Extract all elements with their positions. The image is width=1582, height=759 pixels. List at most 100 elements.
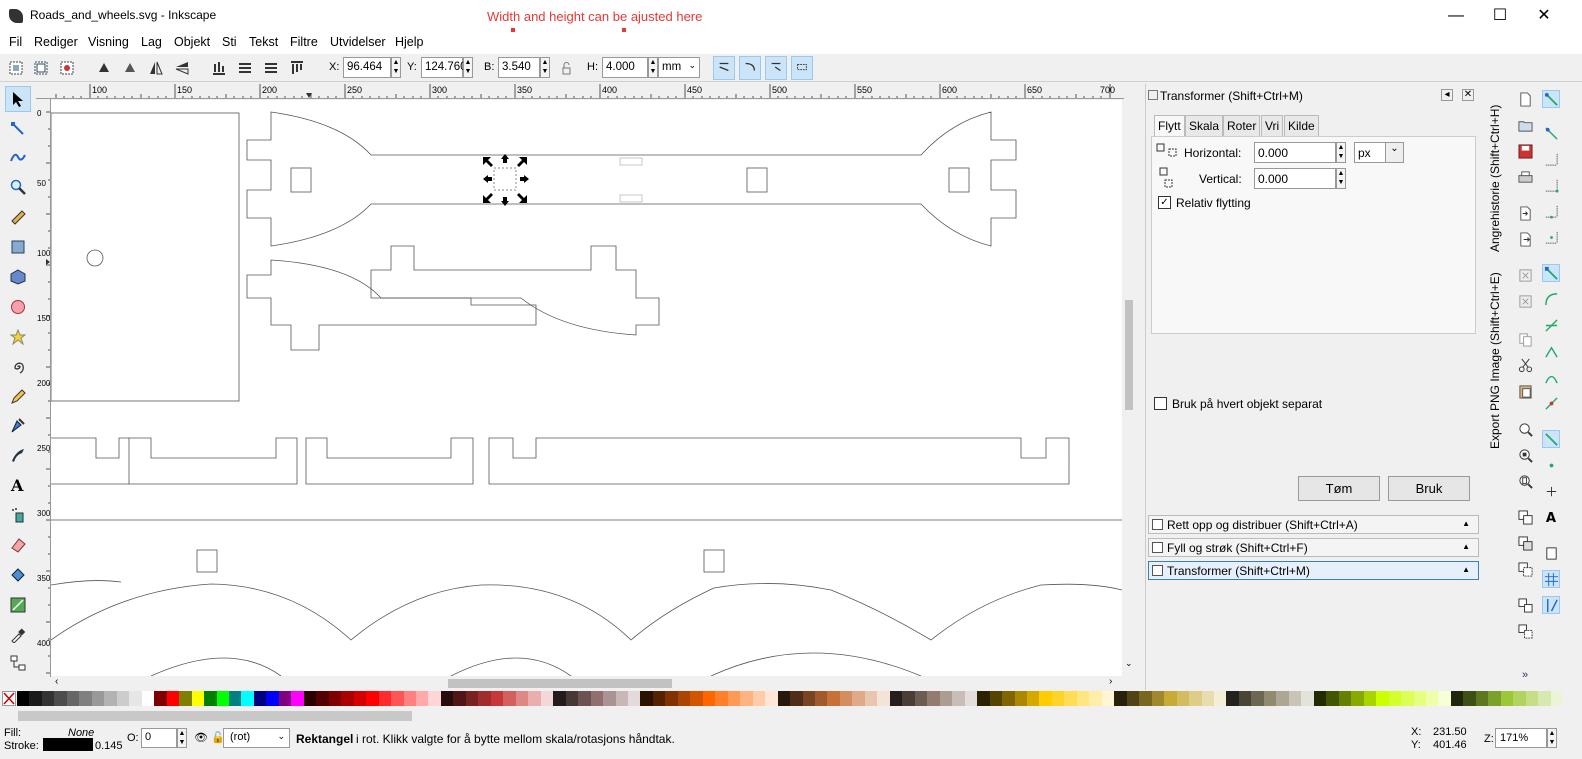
color-swatch[interactable]	[1301, 691, 1314, 706]
color-swatch[interactable]	[790, 691, 803, 706]
panel-close-icon[interactable]: ✕	[1462, 89, 1474, 101]
color-swatch[interactable]	[166, 691, 180, 706]
color-swatch[interactable]	[1475, 691, 1489, 706]
clear-button[interactable]: Tøm	[1298, 476, 1380, 501]
more-commands-icon[interactable]: »	[1516, 666, 1534, 684]
ellipse-tool-icon[interactable]	[5, 294, 31, 320]
color-swatch[interactable]	[977, 691, 990, 706]
color-palette[interactable]	[0, 690, 1582, 708]
scroll-down-icon[interactable]: ⌄	[1125, 658, 1133, 669]
color-swatch[interactable]	[41, 691, 55, 706]
snap-intersections-icon[interactable]	[1542, 316, 1560, 334]
horizontal-input[interactable]: 0.000	[1254, 142, 1336, 163]
flip-vertical-icon[interactable]	[171, 57, 193, 79]
paint-bucket-tool-icon[interactable]	[5, 562, 31, 588]
color-swatch[interactable]	[765, 691, 778, 706]
color-swatch[interactable]	[490, 691, 504, 706]
scroll-left-icon[interactable]: ‹	[55, 676, 58, 687]
unlink-clone-icon[interactable]	[1516, 560, 1534, 578]
color-swatch[interactable]	[241, 691, 254, 706]
color-swatch[interactable]	[665, 691, 678, 706]
opacity-input[interactable]: 0	[141, 728, 177, 748]
transform-gradients-toggle[interactable]	[765, 56, 787, 80]
y-spinner[interactable]: ▲ ▼	[463, 57, 473, 78]
color-swatch[interactable]	[690, 691, 703, 706]
snap-others-icon[interactable]	[1542, 430, 1560, 448]
text-tool-icon[interactable]: A	[5, 472, 31, 498]
color-swatch[interactable]	[652, 691, 666, 706]
color-swatch[interactable]	[465, 691, 479, 706]
stroke-color-indicator[interactable]	[43, 738, 93, 751]
snap-midpoints-icon[interactable]	[1542, 394, 1560, 412]
color-swatch[interactable]	[877, 691, 890, 706]
color-swatch[interactable]	[1238, 691, 1252, 706]
color-swatch[interactable]	[503, 691, 516, 706]
color-swatch[interactable]	[715, 691, 728, 706]
zoom-page-icon[interactable]	[1516, 472, 1534, 490]
vertical-input[interactable]: 0.000	[1254, 168, 1336, 189]
color-swatch[interactable]	[1538, 691, 1551, 706]
pen-tool-icon[interactable]	[5, 412, 31, 438]
color-swatch[interactable]	[1463, 691, 1476, 706]
color-swatch[interactable]	[914, 691, 928, 706]
deselect-icon[interactable]	[56, 57, 78, 79]
color-swatch[interactable]	[366, 691, 379, 706]
import-icon[interactable]	[1516, 204, 1534, 222]
vertical-scroll-thumb[interactable]	[1125, 300, 1133, 410]
eraser-tool-icon[interactable]	[5, 532, 31, 558]
color-swatch[interactable]	[677, 691, 691, 706]
open-icon[interactable]	[1516, 116, 1534, 134]
menu-objekt[interactable]: Objekt	[174, 35, 210, 49]
panel-iconify-icon[interactable]: ◂	[1441, 89, 1453, 101]
tab-flytt[interactable]: Flytt	[1154, 115, 1185, 137]
close-button[interactable]: ✕	[1534, 6, 1554, 26]
color-swatch[interactable]	[1288, 691, 1302, 706]
color-swatch[interactable]	[528, 691, 541, 706]
palette-swatches[interactable]	[17, 690, 1565, 708]
snap-object-center-icon[interactable]	[1542, 456, 1560, 474]
snap-text-baseline-icon[interactable]: A	[1542, 508, 1560, 526]
color-swatch[interactable]	[253, 691, 267, 706]
tweak-tool-icon[interactable]	[5, 144, 31, 170]
lower-to-bottom-icon[interactable]	[208, 57, 230, 79]
color-swatch[interactable]	[104, 691, 117, 706]
color-swatch[interactable]	[1226, 691, 1239, 706]
color-swatch[interactable]	[902, 691, 915, 706]
color-swatch[interactable]	[453, 691, 466, 706]
menu-utvidelser[interactable]: Utvidelser	[330, 35, 386, 49]
color-swatch[interactable]	[1276, 691, 1289, 706]
color-swatch[interactable]	[341, 691, 354, 706]
rotate-cw-icon[interactable]	[119, 57, 141, 79]
color-swatch[interactable]	[927, 691, 940, 706]
color-swatch[interactable]	[478, 691, 491, 706]
measure-tool-icon[interactable]	[5, 204, 31, 230]
width-input[interactable]: 3.540	[498, 57, 540, 78]
snap-paths-icon[interactable]	[1542, 290, 1560, 308]
color-swatch[interactable]	[54, 691, 67, 706]
color-swatch[interactable]	[1051, 691, 1065, 706]
color-swatch[interactable]	[17, 691, 30, 706]
spray-tool-icon[interactable]	[5, 502, 31, 528]
color-swatch[interactable]	[827, 691, 840, 706]
menu-rediger[interactable]: Rediger	[34, 35, 78, 49]
move-unit-select[interactable]: px ⌄	[1354, 142, 1404, 163]
scale-corners-toggle[interactable]	[739, 56, 761, 80]
color-swatch[interactable]	[1014, 691, 1027, 706]
color-swatch[interactable]	[428, 691, 441, 706]
export-icon[interactable]	[1516, 230, 1534, 248]
menu-tekst[interactable]: Tekst	[249, 35, 278, 49]
no-paint-swatch[interactable]	[2, 691, 16, 706]
color-swatch[interactable]	[1525, 691, 1539, 706]
palette-scroll-thumb[interactable]	[18, 711, 412, 721]
select-all-icon[interactable]	[5, 57, 27, 79]
color-swatch[interactable]	[989, 691, 1003, 706]
zoom-tool-icon[interactable]	[5, 174, 31, 200]
color-swatch[interactable]	[815, 691, 828, 706]
color-swatch[interactable]	[129, 691, 142, 706]
color-swatch[interactable]	[1313, 691, 1327, 706]
paste-icon[interactable]	[1516, 382, 1534, 400]
color-swatch[interactable]	[939, 691, 953, 706]
snap-bbox-icon[interactable]	[1542, 124, 1560, 142]
y-input[interactable]: 124.760	[421, 57, 467, 78]
snap-nodes-icon[interactable]	[1542, 264, 1560, 282]
